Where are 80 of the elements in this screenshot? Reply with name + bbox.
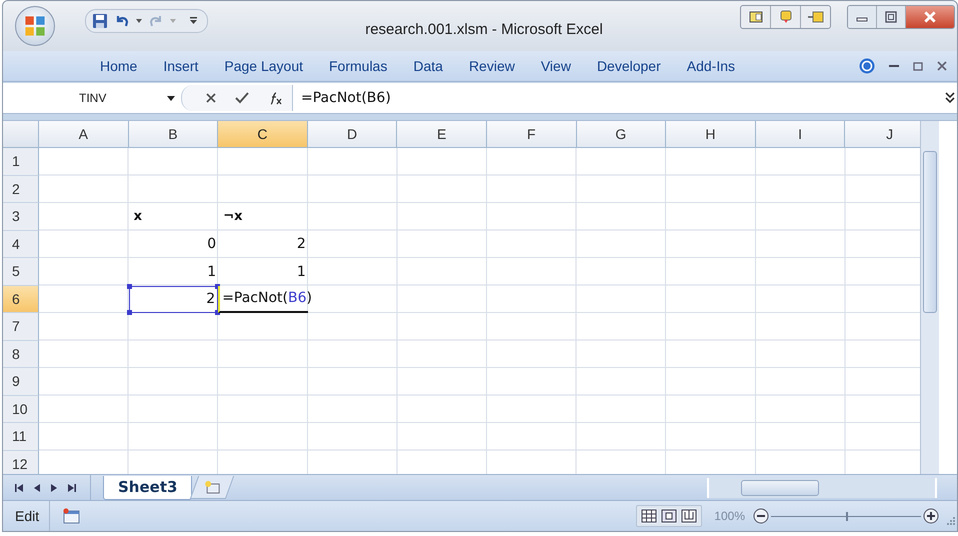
ribbon-tab[interactable]: Add-Ins: [674, 58, 748, 74]
table-cell-text: 2: [296, 235, 307, 254]
window-icon: [748, 11, 762, 23]
close-icon: [923, 10, 937, 24]
table-cell-text: 1: [296, 262, 307, 282]
column-header[interactable]: C: [218, 121, 308, 148]
next-sheet-icon[interactable]: [51, 484, 57, 492]
help-icon[interactable]: [859, 58, 875, 74]
row-header[interactable]: 5: [3, 258, 39, 286]
macro-record-icon[interactable]: [62, 508, 80, 524]
column-header[interactable]: J: [845, 121, 920, 148]
zoom-out-icon[interactable]: [753, 508, 769, 524]
scrollbar-thumb[interactable]: [741, 480, 819, 496]
sheet-tab[interactable]: Sheet3: [103, 476, 192, 500]
ribbon-tab[interactable]: Formulas: [316, 58, 400, 74]
row-header[interactable]: 1: [3, 148, 39, 176]
dropdown-arrow-icon[interactable]: [136, 19, 142, 23]
expand-icon[interactable]: [945, 92, 955, 104]
ribbon-tab[interactable]: Insert: [150, 58, 212, 74]
page-break-view-icon[interactable]: [681, 509, 698, 523]
row-header[interactable]: 9: [3, 368, 39, 396]
column-header[interactable]: A: [39, 121, 129, 148]
minimize-button[interactable]: [848, 6, 877, 28]
ribbon-tab[interactable]: View: [528, 58, 584, 74]
row-header[interactable]: 6: [3, 286, 39, 313]
customize-icon[interactable]: [190, 17, 197, 25]
column-header[interactable]: B: [128, 121, 218, 148]
office-button[interactable]: [15, 6, 55, 46]
row-header[interactable]: 4: [3, 230, 39, 258]
close-icon[interactable]: [937, 61, 947, 71]
ribbon-tab[interactable]: Home: [87, 58, 150, 74]
table-cell-text: ¬x: [222, 208, 244, 226]
column-header[interactable]: G: [576, 121, 666, 148]
page-layout-view-icon[interactable]: [661, 509, 678, 523]
dropdown-arrow-icon[interactable]: [167, 96, 175, 100]
row-header[interactable]: 2: [3, 176, 39, 203]
column-header[interactable]: D: [308, 121, 398, 148]
horizontal-scrollbar[interactable]: [707, 478, 937, 498]
ribbon-tab[interactable]: Review: [456, 58, 528, 74]
maximize-button[interactable]: [877, 6, 906, 28]
table-cell-text: 0: [206, 235, 218, 254]
row-header[interactable]: 8: [3, 340, 39, 368]
resize-grip-icon[interactable]: [947, 517, 955, 525]
insert-sheet-tab[interactable]: [190, 476, 235, 499]
close-button[interactable]: [906, 6, 954, 28]
ribbon-tab[interactable]: Page Layout: [211, 58, 316, 74]
restore-icon[interactable]: [913, 61, 923, 71]
previous-sheet-icon[interactable]: [34, 484, 40, 492]
formula-field[interactable]: =PacNot(B6): [293, 83, 957, 113]
status-mode: Edit: [3, 501, 50, 531]
column-header[interactable]: E: [397, 121, 487, 148]
column-header[interactable]: H: [666, 121, 756, 148]
save-icon[interactable]: [92, 13, 108, 29]
zoom-in-icon[interactable]: [923, 508, 939, 524]
ribbon-tab[interactable]: Data: [400, 58, 456, 74]
row-header[interactable]: 11: [3, 423, 39, 450]
column-header[interactable]: I: [756, 121, 846, 148]
row-header[interactable]: 12: [3, 450, 39, 474]
table-cell-text: x: [132, 208, 143, 226]
table-cell-text: 1: [206, 262, 218, 282]
checkmark-icon[interactable]: [235, 92, 249, 104]
normal-view-icon[interactable]: [641, 509, 658, 523]
column-header[interactable]: F: [486, 121, 577, 148]
row-header[interactable]: 10: [3, 396, 39, 423]
minimize-icon[interactable]: [889, 64, 899, 68]
new-sheet-icon: [204, 480, 221, 494]
maximize-icon: [885, 11, 897, 23]
table-cell: 2: [128, 286, 218, 313]
vertical-scrollbar[interactable]: [920, 121, 939, 474]
pin-icon: [806, 11, 824, 23]
window-title: research.001.xlsm - Microsoft Excel: [364, 21, 604, 38]
first-sheet-icon[interactable]: [15, 484, 23, 492]
ribbon-tab[interactable]: Developer: [584, 58, 674, 74]
undo-icon[interactable]: [114, 13, 130, 29]
row-header[interactable]: 7: [3, 313, 39, 340]
cancel-icon[interactable]: [205, 92, 217, 104]
row-header[interactable]: 3: [3, 203, 39, 230]
scrollbar-thumb[interactable]: [923, 151, 937, 313]
last-sheet-icon[interactable]: [68, 484, 76, 492]
logo-icon: [23, 14, 47, 38]
